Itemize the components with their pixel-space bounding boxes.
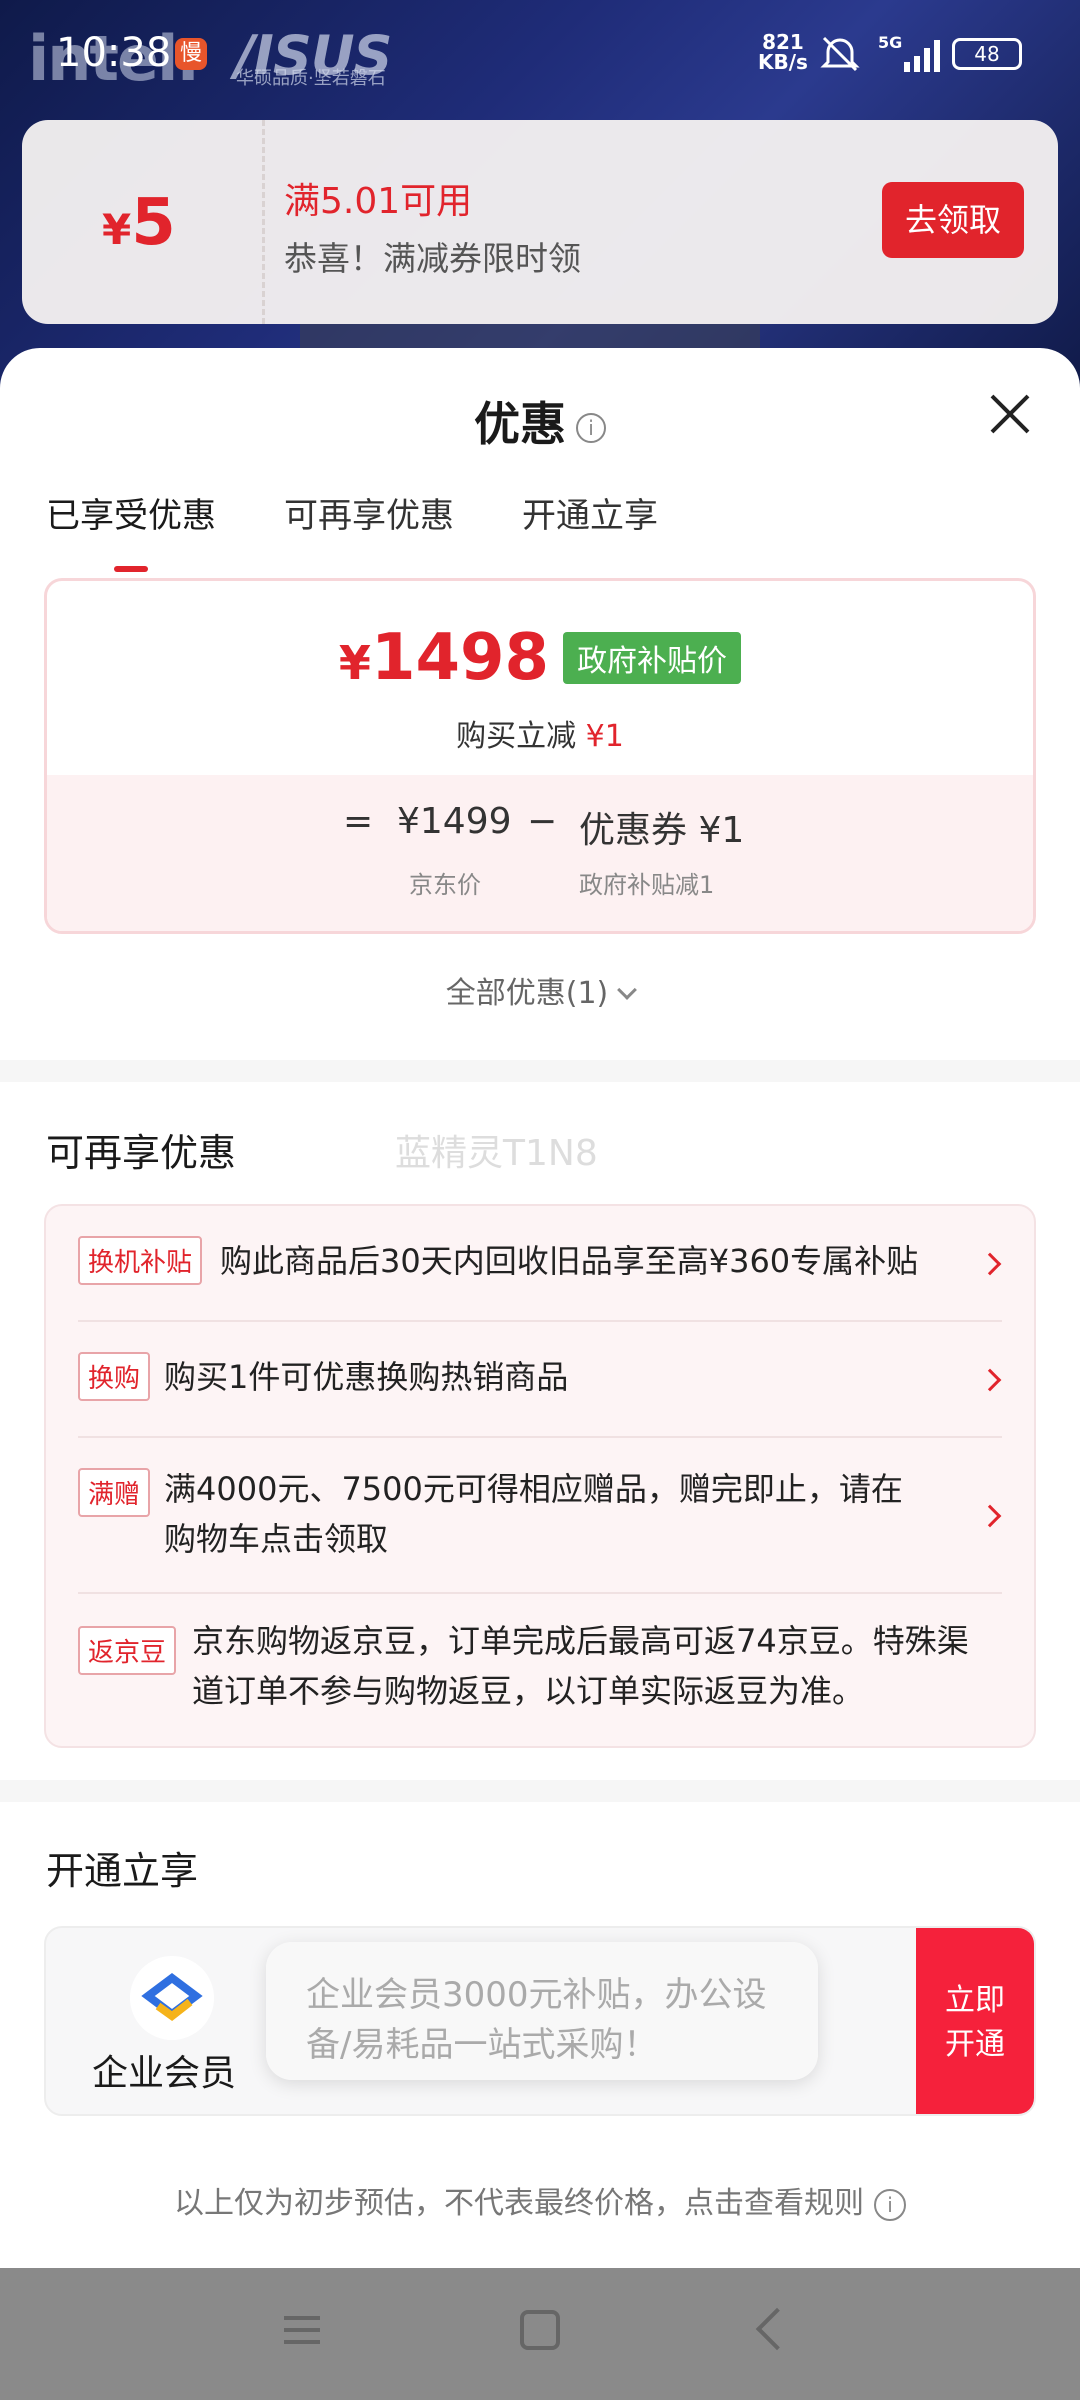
gov-subsidy-label: 政府补贴减1 (579, 871, 715, 899)
status-bar: 10:38 慢 821 KB/s 5G 48 (0, 0, 1080, 100)
offer-text: 购此商品后30天内回收旧品享至高¥360专属补贴 (220, 1242, 919, 1280)
open-button-line1: 立即 (945, 1983, 1005, 2018)
offer-tag: 换机补贴 (78, 1236, 203, 1285)
coupon-title: 满5.01可用 (284, 181, 473, 222)
chevron-right-icon (978, 1504, 1002, 1528)
watermark: 蓝精灵T1N8 (395, 1133, 598, 1174)
offer-tag: 换购 (78, 1352, 151, 1401)
more-offers-list: 换机补贴 购此商品后30天内回收旧品享至高¥360专属补贴 换购 购买1件可优惠… (44, 1204, 1036, 1748)
offers-sheet: 优惠 i 已享受优惠 可再享优惠 开通立享 ¥1498 政府补贴价 购买立减 ¥1 … (0, 348, 1080, 2268)
final-price-number: 1498 (370, 621, 550, 695)
enterprise-member-name: 企业会员 (92, 2053, 237, 2094)
claim-coupon-button[interactable]: 去领取 (882, 182, 1024, 258)
back-icon[interactable] (755, 2307, 799, 2351)
all-offers-toggle[interactable]: 全部优惠(1) (0, 968, 1080, 1012)
enterprise-member-card[interactable]: 企业会员 企业会员3000元补贴，办公设 备/易耗品一站式采购！ 立即 开通 (44, 1926, 1036, 2116)
chevron-down-icon (617, 980, 638, 1000)
section-separator (0, 1780, 1080, 1802)
coupon-amount: ¥5 (102, 186, 176, 260)
info-icon[interactable]: i (874, 2188, 906, 2221)
home-icon[interactable] (520, 2310, 560, 2350)
network-speed-unit: KB/s (758, 50, 808, 74)
price-rules-note[interactable]: 以上仅为初步预估，不代表最终价格，点击查看规则 i (0, 2178, 1080, 2222)
calc-equals: = (343, 801, 374, 842)
chevron-right-icon (978, 1252, 1002, 1276)
more-offers-title: 可再享优惠 (46, 1131, 237, 1175)
list-item-jd-beans: 返京豆 京东购物返京豆，订单完成后最高可返74京豆。特殊渠 道订单不参与购物返豆… (46, 1594, 1034, 1750)
status-time: 10:38 (56, 30, 172, 76)
tab-enjoyed-offers[interactable]: 已享受优惠 (46, 488, 216, 572)
info-icon[interactable]: i (576, 412, 606, 443)
offer-text-line1: 满4000元、7500元可得相应赠品，赠完即止，请在 (164, 1470, 903, 1508)
all-offers-label: 全部优惠(1) (445, 976, 609, 1011)
offer-text: 购买1件可优惠换购热销商品 (164, 1358, 569, 1396)
open-button-line2: 开通 (945, 2027, 1005, 2062)
signal-icon: 5G (878, 34, 940, 72)
list-item-gift[interactable]: 满赠 满4000元、7500元可得相应赠品，赠完即止，请在 购物车点击领取 (46, 1438, 1034, 1594)
close-icon[interactable] (986, 390, 1034, 438)
coupon-banner[interactable]: ¥5 满5.01可用 恭喜！满减券限时领 去领取 (22, 120, 1058, 324)
coupon-description: 恭喜！满减券限时领 (284, 239, 581, 278)
offer-text-line1: 京东购物返京豆，订单完成后最高可返74京豆。特殊渠 (192, 1622, 969, 1660)
system-navigation-bar (0, 2268, 1080, 2400)
sheet-title-text: 优惠 (474, 397, 566, 451)
battery-icon: 48 (952, 38, 1022, 70)
jd-price: ¥1499 (397, 801, 512, 842)
price-rules-text: 以上仅为初步预估，不代表最终价格，点击查看规则 (174, 2186, 864, 2221)
price-calculation: = ¥1499 − 优惠券 ¥1 京东价 政府补贴减1 (47, 775, 1033, 931)
offer-tabs: 已享受优惠 可再享优惠 开通立享 (46, 488, 658, 572)
offer-tag: 返京豆 (78, 1626, 177, 1675)
enterprise-member-tooltip: 企业会员3000元补贴，办公设 备/易耗品一站式采购！ (266, 1942, 818, 2080)
list-item-exchange-buy[interactable]: 换购 购买1件可优惠换购热销商品 (46, 1322, 1034, 1438)
tab-more-offers[interactable]: 可再享优惠 (284, 488, 454, 548)
bell-off-icon (820, 36, 860, 72)
calc-minus: − (527, 801, 558, 842)
network-type: 5G (878, 34, 902, 52)
instant-discount-value: ¥1 (585, 719, 624, 754)
list-item-trade-in[interactable]: 换机补贴 购此商品后30天内回收旧品享至高¥360专属补贴 (46, 1206, 1034, 1322)
offer-text-line2: 道订单不参与购物返豆，以订单实际返豆为准。 (192, 1672, 865, 1710)
sheet-title: 优惠 i (0, 388, 1080, 454)
coupon-divider (262, 120, 265, 324)
section-separator (0, 1060, 1080, 1082)
instant-discount: 购买立减 ¥1 (47, 711, 1033, 755)
open-now-title: 开通立享 (46, 1849, 199, 1893)
final-price: ¥1498 政府补贴价 (47, 621, 1033, 695)
chevron-right-icon (978, 1368, 1002, 1392)
network-speed-value: 821 (762, 30, 804, 54)
instant-discount-label: 购买立减 (456, 719, 577, 754)
price-summary-card: ¥1498 政府补贴价 购买立减 ¥1 = ¥1499 − 优惠券 ¥1 京东价 … (44, 578, 1036, 934)
coupon-value: 5 (131, 186, 176, 260)
final-price-value: ¥1498 (339, 621, 549, 695)
enterprise-logo-icon (130, 1956, 214, 2040)
final-price-currency: ¥ (338, 636, 371, 690)
slow-badge: 慢 (175, 38, 207, 70)
tooltip-line1: 企业会员3000元补贴，办公设 (306, 1975, 767, 2015)
gov-subsidy-tag: 政府补贴价 (563, 632, 742, 684)
open-membership-button[interactable]: 立即 开通 (916, 1928, 1034, 2114)
tooltip-line2: 备/易耗品一站式采购！ (306, 2025, 658, 2065)
offer-text-line2: 购物车点击领取 (164, 1520, 389, 1558)
coupon-currency: ¥ (102, 205, 132, 254)
jd-price-label: 京东价 (409, 871, 481, 899)
tab-open-now[interactable]: 开通立享 (522, 488, 658, 548)
menu-icon[interactable] (282, 2310, 322, 2350)
coupon-deduction: 优惠券 ¥1 (579, 810, 745, 851)
offer-tag: 满赠 (78, 1468, 151, 1517)
network-speed: 821 KB/s (758, 32, 808, 72)
